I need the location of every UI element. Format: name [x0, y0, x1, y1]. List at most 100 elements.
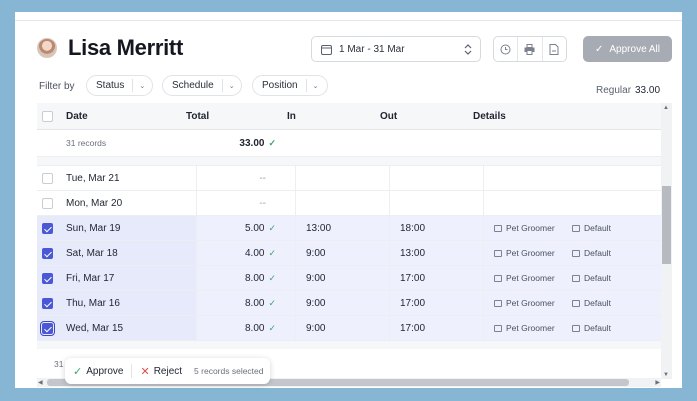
- table-row[interactable]: Sun, Mar 19 5.00 ✓ 13:00 18:00 Pet Groomer Def…: [37, 216, 664, 241]
- row-schedule[interactable]: Default: [572, 316, 611, 340]
- id-card-icon: [494, 249, 502, 257]
- id-card-icon: [494, 224, 502, 232]
- approve-button[interactable]: ✓ Approve: [65, 358, 131, 384]
- table-row[interactable]: Tue, Mar 21 --: [37, 166, 664, 191]
- row-checkbox[interactable]: [42, 197, 53, 209]
- row-checkbox[interactable]: [42, 297, 53, 309]
- scroll-down-icon[interactable]: ▼: [663, 372, 669, 378]
- row-total: 8.00 ✓: [244, 297, 276, 309]
- regular-label: Regular: [596, 85, 632, 96]
- close-icon: ✕: [140, 365, 150, 378]
- row-date: Sun, Mar 19: [63, 216, 196, 240]
- table-row[interactable]: Thu, Mar 16 8.00 ✓ 9:00 17:00 Pet Groomer Defa…: [37, 291, 664, 316]
- schedule-filter[interactable]: Schedule ⌄: [162, 75, 242, 96]
- select-all-checkbox[interactable]: [42, 110, 53, 122]
- row-checkbox[interactable]: [42, 247, 53, 259]
- row-in[interactable]: 9:00: [306, 316, 325, 340]
- calendar-icon: [572, 324, 580, 332]
- status-filter[interactable]: Status ⌄: [86, 75, 153, 96]
- schedule-filter-label: Schedule: [172, 80, 214, 91]
- row-checkbox[interactable]: [42, 222, 53, 234]
- column-header-date[interactable]: Date: [66, 103, 88, 129]
- table-row[interactable]: Fri, Mar 17 8.00 ✓ 9:00 17:00 Pet Groomer Defa…: [37, 266, 664, 291]
- vertical-scrollbar[interactable]: ▲ ▼: [661, 103, 672, 379]
- scroll-up-icon[interactable]: ▲: [663, 105, 669, 111]
- calendar-icon: [572, 274, 580, 282]
- toolbar-icon-group: [493, 36, 567, 62]
- column-header-in[interactable]: In: [287, 103, 296, 129]
- id-card-icon: [494, 324, 502, 332]
- row-out[interactable]: 17:00: [400, 266, 425, 290]
- print-button[interactable]: [518, 37, 543, 61]
- row-total: 8.00 ✓: [244, 322, 276, 334]
- row-in[interactable]: 9:00: [306, 266, 325, 290]
- row-in[interactable]: 13:00: [306, 216, 331, 240]
- row-schedule[interactable]: Default: [572, 291, 611, 315]
- row-out[interactable]: 17:00: [400, 291, 425, 315]
- row-in[interactable]: 9:00: [306, 241, 325, 265]
- row-checkbox[interactable]: [42, 272, 53, 284]
- document-icon: [549, 43, 559, 55]
- calendar-icon: [572, 299, 580, 307]
- summary-total: 33.00 ✓: [239, 137, 276, 149]
- row-total: --: [259, 197, 266, 209]
- row-checkbox[interactable]: [40, 320, 55, 336]
- row-position[interactable]: Pet Groomer: [494, 291, 555, 315]
- history-button[interactable]: [494, 37, 519, 61]
- check-icon: ✓: [268, 247, 276, 258]
- scroll-right-icon[interactable]: ▶: [655, 379, 660, 386]
- scroll-left-icon[interactable]: ◀: [38, 379, 43, 386]
- check-icon: ✓: [268, 272, 276, 283]
- table-row[interactable]: Wed, Mar 15 8.00 ✓ 9:00 17:00 Pet Groomer Defa…: [37, 316, 664, 341]
- page-title: Lisa Merritt: [68, 35, 183, 60]
- column-header-total[interactable]: Total: [186, 103, 209, 129]
- row-checkbox[interactable]: [42, 172, 53, 184]
- column-header-out[interactable]: Out: [380, 103, 397, 129]
- reject-button[interactable]: ✕ Reject: [132, 358, 190, 384]
- vertical-scroll-thumb[interactable]: [662, 186, 671, 264]
- row-out[interactable]: 17:00: [400, 316, 425, 340]
- position-filter[interactable]: Position ⌄: [252, 75, 328, 96]
- timesheet-window: Lisa Merritt 1 Mar - 31 Mar ✓ Approve Al…: [15, 12, 682, 388]
- summary-row: 31 records 33.00 ✓: [37, 130, 664, 157]
- approve-all-button[interactable]: ✓ Approve All: [583, 36, 672, 62]
- row-schedule[interactable]: Default: [572, 266, 611, 290]
- check-icon: ✓: [73, 365, 83, 378]
- row-schedule[interactable]: Default: [572, 241, 611, 265]
- print-icon: [524, 43, 535, 55]
- row-position[interactable]: Pet Groomer: [494, 266, 555, 290]
- table-row[interactable]: Sat, Mar 18 4.00 ✓ 9:00 13:00 Pet Groomer Defa…: [37, 241, 664, 266]
- check-icon: ✓: [268, 222, 276, 233]
- column-header-details[interactable]: Details: [473, 103, 506, 129]
- avatar: [37, 38, 57, 58]
- row-position[interactable]: Pet Groomer: [494, 216, 555, 240]
- sort-arrows-icon: [464, 44, 472, 55]
- chevron-down-icon: ⌄: [228, 82, 235, 90]
- row-out[interactable]: 13:00: [400, 241, 425, 265]
- row-in[interactable]: 9:00: [306, 291, 325, 315]
- row-date: Wed, Mar 15: [63, 316, 196, 340]
- regular-value: 33.00: [635, 85, 661, 96]
- calendar-icon: [572, 249, 580, 257]
- row-total: 4.00 ✓: [244, 247, 276, 259]
- row-out[interactable]: 18:00: [400, 216, 425, 240]
- chevron-down-icon: ⌄: [312, 82, 319, 90]
- chevron-down-icon: ⌄: [139, 82, 146, 90]
- row-total: --: [259, 172, 266, 184]
- records-count: 31 records: [66, 138, 107, 148]
- history-icon: [500, 44, 511, 54]
- row-position[interactable]: Pet Groomer: [494, 316, 555, 340]
- row-schedule[interactable]: Default: [572, 216, 611, 240]
- date-range-picker[interactable]: 1 Mar - 31 Mar: [311, 36, 481, 62]
- row-position[interactable]: Pet Groomer: [494, 241, 555, 265]
- check-icon: ✓: [595, 43, 604, 55]
- approve-all-label: Approve All: [609, 43, 660, 55]
- row-date: Mon, Mar 20: [66, 197, 123, 209]
- row-total: 5.00 ✓: [244, 222, 276, 234]
- table-row[interactable]: Mon, Mar 20 --: [37, 191, 664, 216]
- date-range-value: 1 Mar - 31 Mar: [339, 44, 405, 55]
- status-filter-label: Status: [96, 80, 125, 91]
- export-button[interactable]: [543, 37, 566, 61]
- row-date: Sat, Mar 18: [63, 241, 196, 265]
- id-card-icon: [494, 299, 502, 307]
